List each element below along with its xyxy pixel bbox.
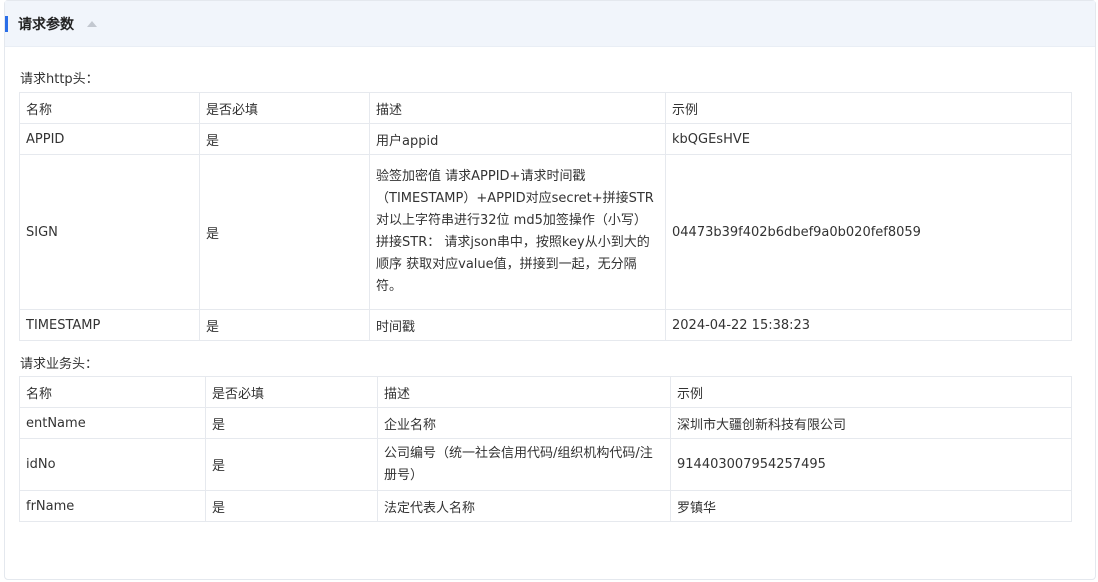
param-description: 公司编号（统一社会信用代码/组织机构代码/注册号） <box>377 438 671 491</box>
panel-title: 请求参数 <box>18 16 74 33</box>
param-name: idNo <box>19 438 206 491</box>
param-description: 验签加密值 请求APPID+请求时间戳（TIMESTAMP）+APPID对应se… <box>369 154 666 310</box>
business-header-table: 名称 是否必填 描述 示例 entName 是 企业名称 深圳市大疆创新科技有限… <box>19 376 1072 522</box>
table-row: frName 是 法定代表人名称 罗镇华 <box>19 490 1072 522</box>
param-required: 是 <box>199 309 370 341</box>
param-example: 04473b39f402b6dbef9a0b020fef8059 <box>665 154 1072 310</box>
param-description: 用户appid <box>369 123 666 155</box>
param-example: 2024-04-22 15:38:23 <box>665 309 1072 341</box>
table-row: SIGN 是 验签加密值 请求APPID+请求时间戳（TIMESTAMP）+AP… <box>19 154 1072 310</box>
business-header-label: 请求业务头： <box>20 357 99 372</box>
column-header-required: 是否必填 <box>205 376 378 408</box>
param-description: 法定代表人名称 <box>377 490 671 522</box>
http-header-label: 请求http头： <box>20 72 99 87</box>
param-required: 是 <box>205 490 378 522</box>
param-example: 罗镇华 <box>670 490 1072 522</box>
table-header-row: 名称 是否必填 描述 示例 <box>19 92 1072 124</box>
column-header-example: 示例 <box>665 92 1072 124</box>
column-header-description: 描述 <box>377 376 671 408</box>
column-header-name: 名称 <box>19 92 200 124</box>
param-required: 是 <box>199 154 370 310</box>
collapse-arrow-icon[interactable] <box>87 20 97 27</box>
accent-bar <box>5 15 8 32</box>
param-required: 是 <box>205 407 378 439</box>
param-name: entName <box>19 407 206 439</box>
param-example: 深圳市大疆创新科技有限公司 <box>670 407 1072 439</box>
param-name: SIGN <box>19 154 200 310</box>
column-header-example: 示例 <box>670 376 1072 408</box>
param-example: kbQGEsHVE <box>665 123 1072 155</box>
param-example: 914403007954257495 <box>670 438 1072 491</box>
param-required: 是 <box>199 123 370 155</box>
table-row: idNo 是 公司编号（统一社会信用代码/组织机构代码/注册号） 9144030… <box>19 438 1072 491</box>
table-header-row: 名称 是否必填 描述 示例 <box>19 376 1072 408</box>
param-name: frName <box>19 490 206 522</box>
param-description: 企业名称 <box>377 407 671 439</box>
param-name: APPID <box>19 123 200 155</box>
column-header-description: 描述 <box>369 92 666 124</box>
table-row: entName 是 企业名称 深圳市大疆创新科技有限公司 <box>19 407 1072 439</box>
table-row: APPID 是 用户appid kbQGEsHVE <box>19 123 1072 155</box>
table-row: TIMESTAMP 是 时间戳 2024-04-22 15:38:23 <box>19 309 1072 341</box>
param-description: 时间戳 <box>369 309 666 341</box>
param-required: 是 <box>205 438 378 491</box>
column-header-required: 是否必填 <box>199 92 370 124</box>
http-header-table: 名称 是否必填 描述 示例 APPID 是 用户appid kbQGEsHVE … <box>19 92 1072 341</box>
column-header-name: 名称 <box>19 376 206 408</box>
param-name: TIMESTAMP <box>19 309 200 341</box>
panel-header[interactable]: 请求参数 <box>5 1 1095 47</box>
